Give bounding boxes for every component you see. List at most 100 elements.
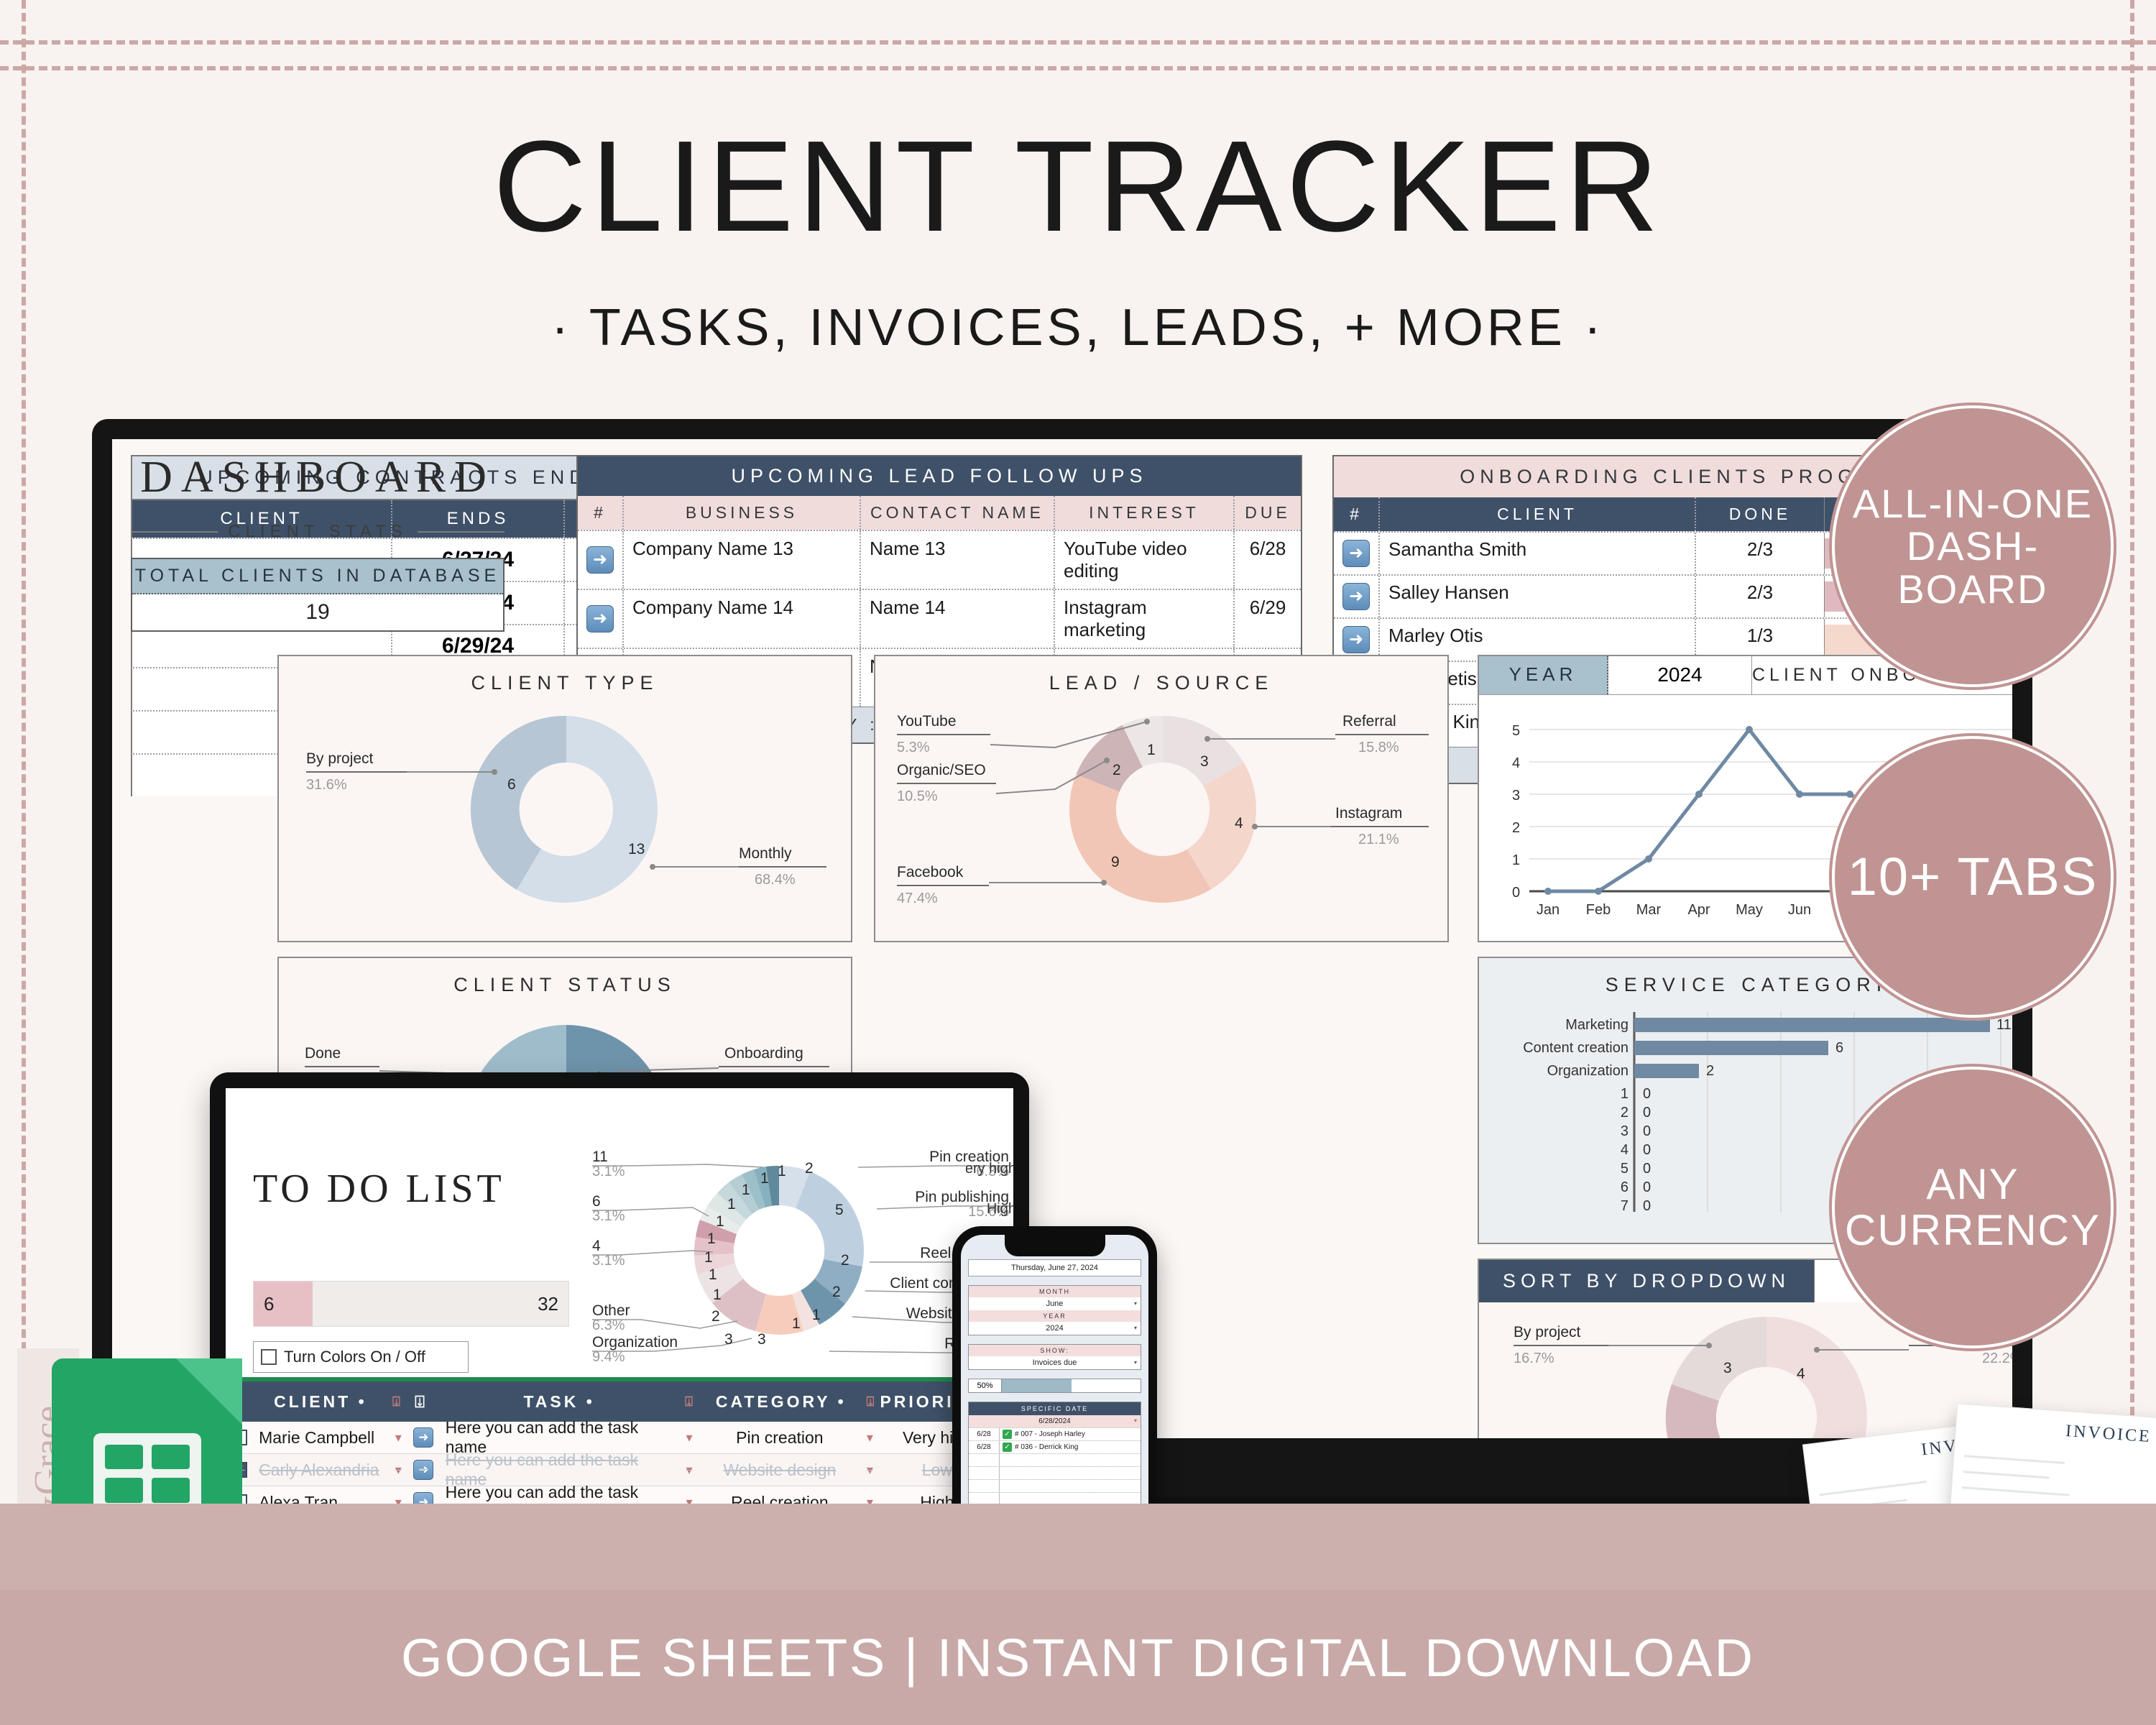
- svg-text:Marketing: Marketing: [1565, 1017, 1628, 1033]
- phone-progress: 50%: [968, 1379, 1141, 1393]
- year-value[interactable]: 2024: [1608, 656, 1752, 694]
- filter-icon[interactable]: ⍗: [682, 1394, 699, 1409]
- divider-left: [131, 531, 218, 533]
- lead-business: Company Name 14: [622, 590, 860, 648]
- chevron-down-icon[interactable]: ▾: [1134, 1417, 1137, 1424]
- svg-text:2: 2: [1512, 820, 1520, 836]
- todo-progress-fill: [254, 1282, 313, 1326]
- client-type-chart-card: CLIENT TYPE By project 31.6% 6 Monthly 6…: [277, 655, 852, 942]
- table-row[interactable]: Marie Campbell ▾ ➜ Here you can add the tas…: [226, 1418, 1013, 1456]
- todo-col-category: CATEGORY •: [715, 1392, 847, 1411]
- list-item: [969, 1453, 1141, 1466]
- chevron-down-icon[interactable]: ▾: [680, 1454, 698, 1486]
- chevron-down-icon[interactable]: ▾: [1134, 1325, 1137, 1331]
- svg-text:1: 1: [707, 1230, 716, 1247]
- svg-text:3: 3: [1200, 753, 1209, 770]
- svg-text:1: 1: [1147, 742, 1156, 758]
- chevron-down-icon[interactable]: ▾: [390, 1422, 407, 1453]
- invoice-title: INVOICE: [2065, 1421, 2152, 1447]
- svg-text:2: 2: [1621, 1105, 1628, 1121]
- svg-text:4: 4: [592, 1238, 601, 1254]
- lead-interest: Instagram marketing: [1054, 590, 1233, 648]
- svg-text:68.4%: 68.4%: [755, 872, 796, 888]
- svg-text:16.7%: 16.7%: [1514, 1351, 1554, 1366]
- svg-text:22.2%: 22.2%: [1982, 1351, 2012, 1366]
- priority-label-high: High: [987, 1201, 1013, 1217]
- row-open-icon[interactable]: ➜: [586, 605, 614, 632]
- badge-all-in-one-dashboard: ALL-IN-ONE DASH-BOARD: [1829, 402, 2116, 690]
- filter-icon[interactable]: ⍗: [864, 1394, 880, 1409]
- badge-10-plus-tabs: 10+ TABS: [1829, 733, 2116, 1021]
- svg-text:3: 3: [757, 1331, 766, 1348]
- lead-contact: Name 13: [860, 531, 1054, 589]
- phone-month-label: MONTH: [969, 1286, 1141, 1297]
- todo-col-client: CLIENT •: [274, 1392, 367, 1411]
- table-row[interactable]: ✓Carly Alexandria▾➜Here you can add the …: [226, 1450, 1013, 1489]
- chevron-down-icon[interactable]: ▾: [390, 1454, 407, 1486]
- list-item[interactable]: 6/28 ✓ # 007 - Joseph Harley: [969, 1427, 1141, 1440]
- todo-progress-bar: 6 32: [253, 1281, 569, 1327]
- turn-colors-toggle[interactable]: Turn Colors On / Off: [253, 1341, 469, 1373]
- client-status-chart-title: CLIENT STATUS: [453, 974, 676, 995]
- table-row[interactable]: ➜ Company Name 13 Name 13 YouTube video …: [578, 530, 1301, 589]
- row-open-icon[interactable]: ➜: [1342, 626, 1370, 653]
- svg-text:1: 1: [713, 1287, 722, 1303]
- chevron-down-icon[interactable]: ▾: [861, 1454, 879, 1486]
- svg-text:Jun: Jun: [1788, 902, 1811, 918]
- row-open-icon[interactable]: ➜: [586, 546, 614, 574]
- total-clients-value: 19: [132, 594, 503, 630]
- svg-text:1: 1: [778, 1163, 786, 1179]
- lead-due: 6/29: [1233, 590, 1301, 648]
- svg-text:1: 1: [716, 1213, 724, 1230]
- onb-done: 2/3: [1695, 576, 1824, 617]
- svg-text:Organization: Organization: [1547, 1063, 1628, 1079]
- svg-text:4: 4: [1235, 815, 1243, 832]
- page-subtitle: · TASKS, INVOICES, LEADS, + MORE ·: [551, 299, 1605, 356]
- svg-text:0: 0: [1643, 1105, 1651, 1121]
- svg-text:1: 1: [760, 1170, 769, 1187]
- onb-col-done: DONE: [1695, 497, 1824, 531]
- onb-col-client: CLIENT: [1378, 497, 1695, 531]
- chevron-down-icon[interactable]: ▾: [1134, 1300, 1137, 1307]
- filter-icon[interactable]: ⍗: [406, 1392, 436, 1412]
- lead-source-label-youtube: YouTube: [897, 713, 957, 730]
- svg-text:5.3%: 5.3%: [897, 740, 930, 755]
- row-open-icon[interactable]: ➜: [1342, 583, 1370, 610]
- chevron-down-icon[interactable]: ▾: [861, 1422, 879, 1453]
- lead-col-business: BUSINESS: [622, 496, 860, 530]
- row-open-icon[interactable]: ➜: [413, 1427, 434, 1448]
- task-name: Here you can add the task name: [445, 1418, 639, 1456]
- row-open-icon[interactable]: ➜: [1342, 540, 1370, 567]
- phone-table-title: SPECIFIC DATE: [969, 1402, 1141, 1415]
- phone-year-value[interactable]: 2024 ▾: [969, 1322, 1141, 1335]
- svg-text:6: 6: [592, 1193, 601, 1210]
- lead-table-header: # BUSINESS CONTACT NAME INTEREST DUE: [578, 496, 1301, 530]
- svg-text:Other: Other: [592, 1302, 630, 1319]
- total-clients-label: TOTAL CLIENTS IN DATABASE: [132, 559, 503, 594]
- phone-table-date[interactable]: 6/28/2024 ▾: [969, 1415, 1141, 1427]
- lead-interest: YouTube video editing: [1054, 531, 1233, 589]
- checkbox-icon[interactable]: [261, 1349, 277, 1365]
- phone-month-value[interactable]: June ▾: [969, 1297, 1141, 1310]
- svg-text:Mar: Mar: [1636, 902, 1662, 918]
- chevron-down-icon[interactable]: ▾: [1134, 1359, 1137, 1366]
- todo-list-title: TO DO LIST: [253, 1167, 505, 1211]
- phone-show-value[interactable]: Invoices due ▾: [969, 1356, 1141, 1369]
- row-open-icon[interactable]: ➜: [413, 1460, 434, 1480]
- lead-business: Company Name 13: [622, 531, 860, 589]
- year-label: YEAR: [1479, 656, 1608, 694]
- filter-icon[interactable]: ⍗: [390, 1394, 406, 1409]
- bottom-accent-strip: [0, 1504, 2156, 1590]
- svg-text:5: 5: [835, 1202, 844, 1218]
- svg-text:2: 2: [805, 1160, 814, 1177]
- list-item[interactable]: 6/28 ✓ # 036 - Derrick King: [969, 1440, 1141, 1453]
- table-row[interactable]: ➜ Company Name 14 Name 14 Instagram mark…: [578, 589, 1301, 648]
- phone-progress-fill: [1002, 1379, 1072, 1392]
- frequency-label-by-project: By project: [1514, 1324, 1581, 1340]
- check-icon[interactable]: ✓: [1003, 1443, 1012, 1452]
- phone-row-date: 6/28: [977, 1430, 991, 1438]
- client-status-label-onboarding: Onboarding: [724, 1045, 803, 1062]
- svg-text:3: 3: [1723, 1360, 1732, 1376]
- chevron-down-icon[interactable]: ▾: [680, 1422, 698, 1453]
- check-icon[interactable]: ✓: [1003, 1430, 1012, 1439]
